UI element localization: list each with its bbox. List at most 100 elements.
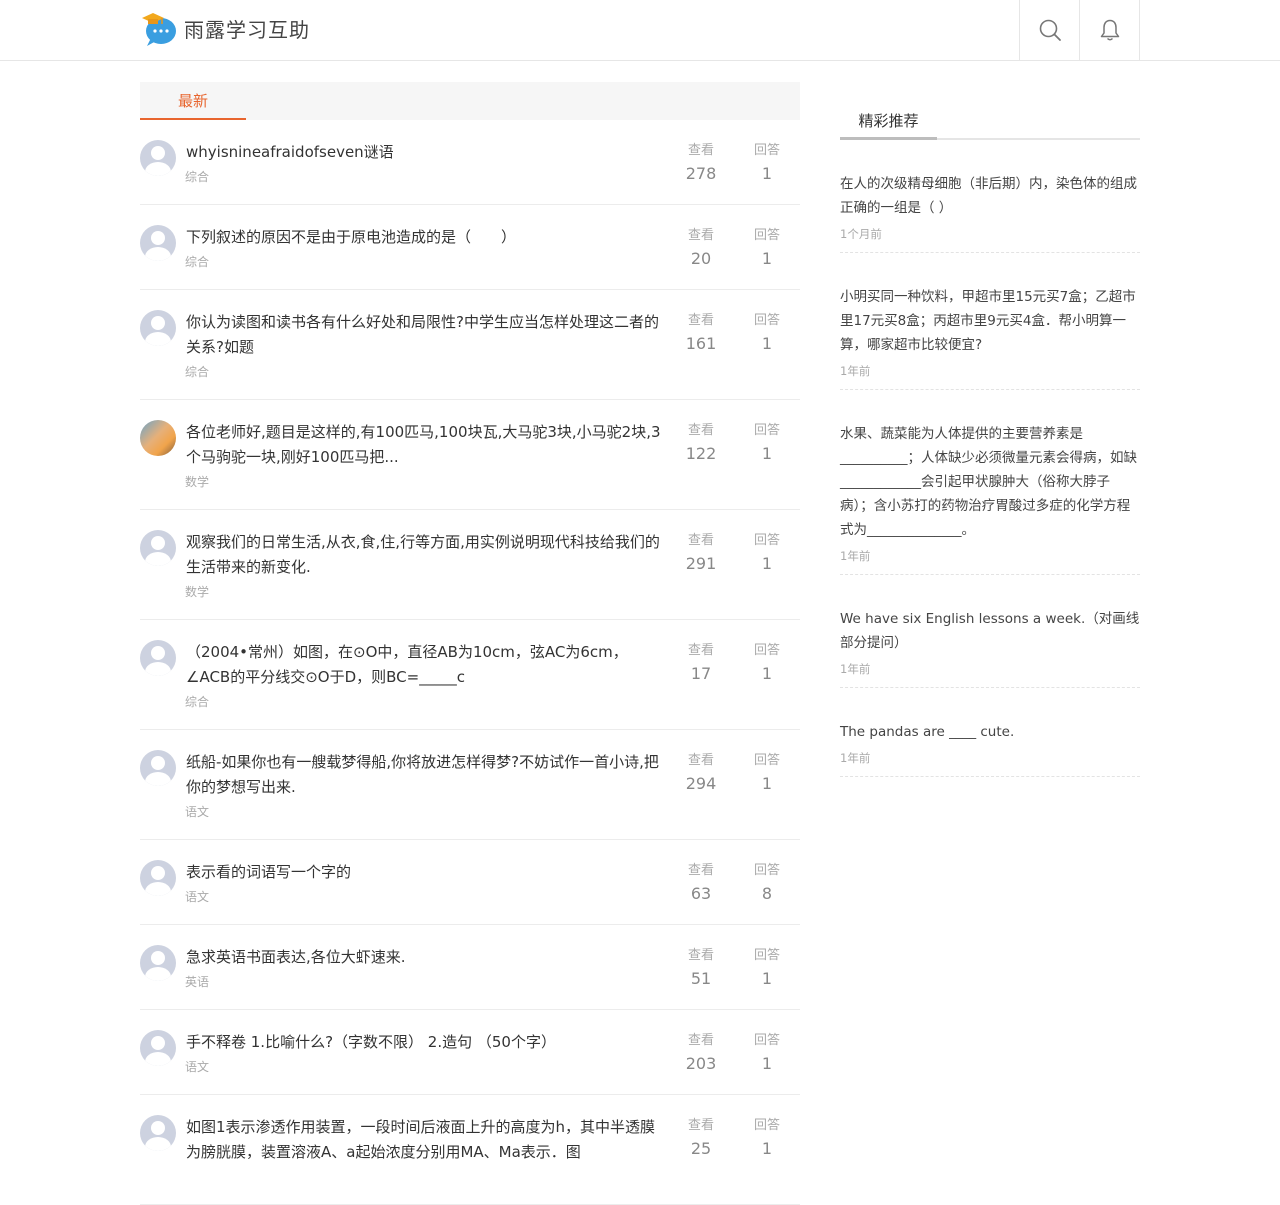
recommend-title[interactable]: 小明买同一种饮料，甲超市里15元买7盒；乙超市里17元买8盒；丙超市里9元买4盒… [840, 285, 1140, 357]
tab-latest[interactable]: 最新 [140, 82, 246, 120]
view-count-value: 63 [690, 884, 712, 903]
view-count-value: 203 [685, 1054, 717, 1073]
question-title[interactable]: （2004•常州）如图，在⊙O中，直径AB为10cm，弦AC为6cm，∠ACB的… [186, 640, 670, 690]
answer-count-value: 1 [761, 164, 773, 183]
question-category[interactable]: 英语 [185, 973, 209, 990]
view-count-value: 51 [690, 969, 712, 988]
question-item[interactable]: 纸船-如果你也有一艘载梦得船,你将放进怎样得梦?不妨试作一首小诗,把你的梦想写出… [140, 730, 800, 840]
question-category[interactable]: 综合 [185, 363, 209, 380]
user-avatar[interactable] [140, 1115, 176, 1151]
question-title[interactable]: 急求英语书面表达,各位大虾速来. [186, 945, 670, 970]
user-avatar[interactable] [140, 640, 176, 676]
recommend-item[interactable]: We have six English lessons a week.（对画线部… [840, 575, 1140, 688]
answer-count: 回答 1 [742, 752, 792, 796]
question-item[interactable]: 观察我们的日常生活,从衣,食,住,行等方面,用实例说明现代科技给我们的生活带来的… [140, 510, 800, 620]
answer-count-value: 1 [761, 664, 773, 683]
view-count: 查看 161 [676, 312, 726, 356]
recommend-title[interactable]: 在人的次级精母细胞（非后期）内，染色体的组成正确的一组是（ ） [840, 172, 1140, 220]
answer-count: 回答 1 [742, 532, 792, 576]
answer-count-label: 回答 [753, 423, 780, 438]
view-count-label: 查看 [687, 863, 714, 878]
question-category[interactable]: 数学 [185, 473, 209, 490]
answer-count-value: 1 [761, 249, 773, 268]
view-count-label: 查看 [687, 948, 714, 963]
view-count: 查看 203 [676, 1032, 726, 1076]
user-avatar[interactable] [140, 310, 176, 346]
bell-icon [1100, 19, 1119, 41]
user-avatar[interactable] [140, 140, 176, 176]
recommend-time: 1年前 [840, 751, 871, 765]
recommend-title[interactable]: We have six English lessons a week.（对画线部… [840, 607, 1140, 655]
user-avatar[interactable] [140, 750, 176, 786]
chat-bubble-logo-icon [140, 10, 178, 46]
recommend-item[interactable]: 小明买同一种饮料，甲超市里15元买7盒；乙超市里17元买8盒；丙超市里9元买4盒… [840, 253, 1140, 390]
answer-count-value: 1 [761, 334, 773, 353]
question-title[interactable]: 观察我们的日常生活,从衣,食,住,行等方面,用实例说明现代科技给我们的生活带来的… [186, 530, 670, 580]
view-count-value: 25 [690, 1139, 712, 1158]
sidebar-header: 精彩推荐 [840, 102, 1140, 140]
user-avatar[interactable] [140, 1030, 176, 1066]
question-category[interactable]: 语文 [185, 1058, 209, 1075]
view-count: 查看 63 [676, 862, 726, 906]
question-item[interactable]: （2004•常州）如图，在⊙O中，直径AB为10cm，弦AC为6cm，∠ACB的… [140, 620, 800, 730]
recommend-time: 1个月前 [840, 227, 882, 241]
question-category[interactable]: 数学 [185, 583, 209, 600]
search-button[interactable] [1019, 0, 1080, 60]
user-avatar[interactable] [140, 945, 176, 981]
question-item[interactable]: 如图1表示渗透作用装置，一段时间后液面上升的高度为h，其中半透膜为膀胱膜，装置溶… [140, 1095, 800, 1205]
recommend-time: 1年前 [840, 364, 871, 378]
recommend-item[interactable]: 水果、蔬菜能为人体提供的主要营养素是__________；人体缺少必须微量元素会… [840, 390, 1140, 575]
question-title[interactable]: 如图1表示渗透作用装置，一段时间后液面上升的高度为h，其中半透膜为膀胱膜，装置溶… [186, 1115, 670, 1165]
question-title[interactable]: 你认为读图和读书各有什么好处和局限性?中学生应当怎样处理这二者的关系?如题 [186, 310, 670, 360]
answer-count-value: 1 [761, 1139, 773, 1158]
question-category[interactable]: 综合 [185, 253, 209, 270]
question-item[interactable]: 表示看的词语写一个字的语文 查看 63 回答 8 [140, 840, 800, 925]
view-count-label: 查看 [687, 143, 714, 158]
view-count-label: 查看 [687, 643, 714, 658]
answer-count-label: 回答 [753, 533, 780, 548]
answer-count-label: 回答 [753, 228, 780, 243]
answer-count-label: 回答 [753, 313, 780, 328]
user-avatar[interactable] [140, 420, 176, 456]
question-item[interactable]: 你认为读图和读书各有什么好处和局限性?中学生应当怎样处理这二者的关系?如题综合 查… [140, 290, 800, 400]
view-count: 查看 20 [676, 227, 726, 271]
question-title[interactable]: 纸船-如果你也有一艘载梦得船,你将放进怎样得梦?不妨试作一首小诗,把你的梦想写出… [186, 750, 670, 800]
question-item[interactable]: 手不释卷 1.比喻什么?（字数不限） 2.造句 （50个字） 语文 查看 203 回答 1 [140, 1010, 800, 1095]
view-count-value: 17 [690, 664, 712, 683]
question-title[interactable]: 下列叙述的原因不是由于原电池造成的是（ ） [186, 225, 670, 250]
question-item[interactable]: whyisnineafraidofseven谜语 综合 查看 278 回答 1 [140, 120, 800, 205]
question-title[interactable]: 表示看的词语写一个字的 [186, 860, 670, 885]
site-logo[interactable]: 雨露学习互助 [140, 10, 310, 46]
question-item[interactable]: 下列叙述的原因不是由于原电池造成的是（ ） 综合 查看 20 回答 1 [140, 205, 800, 290]
recommend-item[interactable]: 在人的次级精母细胞（非后期）内，染色体的组成正确的一组是（ ） 1个月前 [840, 140, 1140, 253]
view-count-value: 294 [685, 774, 717, 793]
user-avatar[interactable] [140, 860, 176, 896]
question-title[interactable]: 各位老师好,题目是这样的,有100匹马,100块瓦,大马驼3块,小马驼2块,3个… [186, 420, 670, 470]
feed-tabbar: 最新 [140, 82, 800, 120]
answer-count: 回答 1 [742, 947, 792, 991]
question-category[interactable]: 语文 [185, 803, 209, 820]
answer-count-value: 1 [761, 774, 773, 793]
view-count: 查看 25 [676, 1117, 726, 1161]
question-category[interactable]: 综合 [185, 693, 209, 710]
view-count-label: 查看 [687, 533, 714, 548]
question-item[interactable]: 各位老师好,题目是这样的,有100匹马,100块瓦,大马驼3块,小马驼2块,3个… [140, 400, 800, 510]
view-count-value: 20 [690, 249, 712, 268]
answer-count-value: 1 [761, 1054, 773, 1073]
question-title[interactable]: 手不释卷 1.比喻什么?（字数不限） 2.造句 （50个字） [186, 1030, 670, 1055]
recommend-item[interactable]: The pandas are ____ cute. 1年前 [840, 688, 1140, 777]
answer-count: 回答 8 [742, 862, 792, 906]
view-count-value: 161 [685, 334, 717, 353]
user-avatar[interactable] [140, 225, 176, 261]
recommend-title[interactable]: 水果、蔬菜能为人体提供的主要营养素是__________；人体缺少必须微量元素会… [840, 422, 1140, 542]
question-item[interactable]: 急求英语书面表达,各位大虾速来. 英语 查看 51 回答 1 [140, 925, 800, 1010]
recommend-time: 1年前 [840, 549, 871, 563]
view-count-label: 查看 [687, 313, 714, 328]
question-category[interactable]: 语文 [185, 888, 209, 905]
site-name: 雨露学习互助 [184, 17, 310, 42]
notifications-button[interactable] [1079, 0, 1140, 60]
user-avatar[interactable] [140, 530, 176, 566]
recommend-title[interactable]: The pandas are ____ cute. [840, 720, 1140, 744]
question-category[interactable]: 综合 [185, 168, 209, 185]
question-title[interactable]: whyisnineafraidofseven谜语 [186, 140, 670, 165]
